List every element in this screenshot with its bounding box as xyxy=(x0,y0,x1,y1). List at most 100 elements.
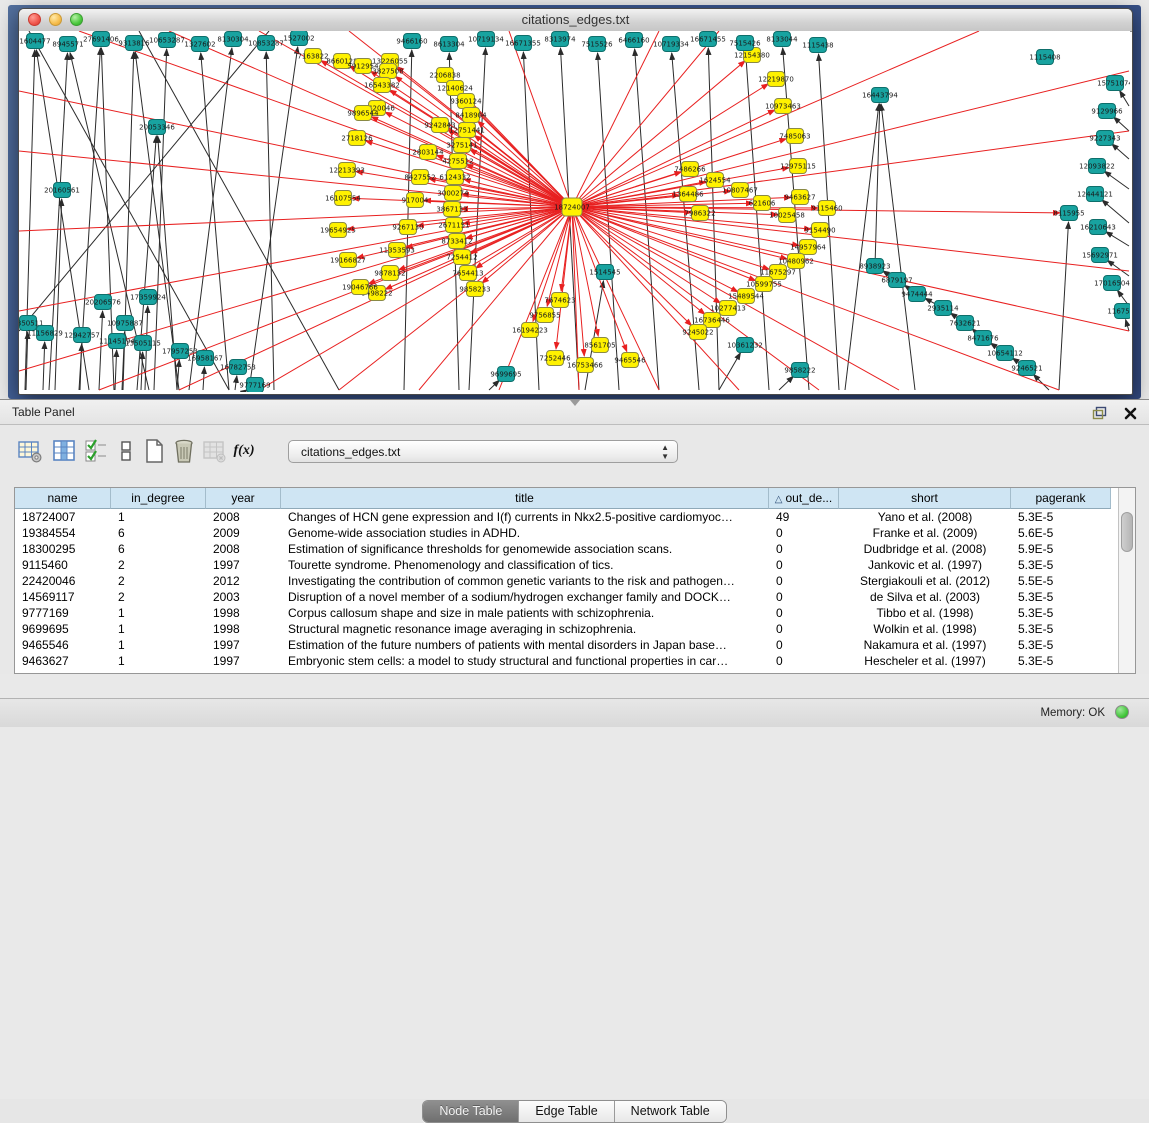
citation-edge-black[interactable] xyxy=(1114,117,1129,131)
citation-edge-black[interactable] xyxy=(1126,320,1129,331)
graph-node-label: 3867133 xyxy=(436,206,467,214)
vertical-scrollbar[interactable] xyxy=(1118,488,1135,673)
network-view[interactable]: 1872400771638228660128591295413226055382… xyxy=(19,31,1130,392)
column-header-out_de[interactable]: △out_de... xyxy=(769,488,839,509)
citation-edge-red[interactable] xyxy=(19,151,572,207)
table-row[interactable]: 946362711997Embryonic stem cells: a mode… xyxy=(15,653,1135,669)
network-window[interactable]: citations_edges.txt 18724007716382286601… xyxy=(18,8,1133,395)
window-titlebar[interactable]: citations_edges.txt xyxy=(19,9,1132,32)
table-row[interactable]: 977716911998Corpus callosum shape and si… xyxy=(15,605,1135,621)
table-header-row: namein_degreeyeartitle△out_de...shortpag… xyxy=(15,488,1135,509)
graph-node-label: 12975115 xyxy=(780,163,816,171)
citation-edge-black[interactable] xyxy=(25,50,35,390)
table-cell: 9699695 xyxy=(15,621,111,637)
tab-node-table[interactable]: Node Table xyxy=(423,1101,519,1122)
column-header-pagerank[interactable]: pagerank xyxy=(1011,488,1111,509)
graph-node-label: 16753466 xyxy=(567,362,603,370)
graph-node-label: 16194223 xyxy=(512,327,548,335)
table-cell: 2003 xyxy=(206,589,281,605)
table-cell: 2008 xyxy=(206,509,281,525)
scrollbar-thumb[interactable] xyxy=(1121,512,1133,552)
citation-edge-red[interactable] xyxy=(466,207,572,238)
graph-node-label: 12444121 xyxy=(1077,191,1113,199)
graph-node-label: 4275512 xyxy=(442,158,473,166)
column-header-short[interactable]: short xyxy=(839,488,1011,509)
graph-node-label: 2671151 xyxy=(438,222,469,230)
citation-edge-black[interactable] xyxy=(881,104,915,390)
citation-edge-red[interactable] xyxy=(397,67,572,207)
function-builder-button[interactable]: f(x) xyxy=(230,437,258,465)
table-selector-dropdown[interactable]: citations_edges.txt ▲▼ xyxy=(288,440,678,463)
table-cell: 1997 xyxy=(206,557,281,573)
citation-edge-black[interactable] xyxy=(779,376,793,390)
table-row[interactable]: 969969511998Structural magnetic resonanc… xyxy=(15,621,1135,637)
memory-status-label: Memory: OK xyxy=(1040,707,1105,719)
column-header-year[interactable]: year xyxy=(206,488,281,509)
citation-edge-black[interactable] xyxy=(99,311,103,390)
citation-edge-red[interactable] xyxy=(572,71,1129,207)
citation-edge-black[interactable] xyxy=(585,281,603,390)
column-header-in_degree[interactable]: in_degree xyxy=(111,488,206,509)
tab-network-table[interactable]: Network Table xyxy=(615,1101,726,1122)
graph-node-label: 27691406 xyxy=(83,36,119,44)
table-cell: Disruption of a novel member of a sodium… xyxy=(281,589,769,605)
column-header-name[interactable]: name xyxy=(15,488,111,509)
citation-edge-red[interactable] xyxy=(259,207,572,390)
graph-node-label: 9777169 xyxy=(239,382,270,390)
delete-column-button[interactable] xyxy=(170,437,198,465)
citation-edge-black[interactable] xyxy=(1107,260,1129,276)
graph-node-label: 16782753 xyxy=(220,364,256,372)
table-row[interactable]: 911546021997Tourette syndrome. Phenomeno… xyxy=(15,557,1135,573)
citation-edge-black[interactable] xyxy=(708,48,719,390)
create-column-button[interactable] xyxy=(140,437,168,465)
citation-edge-red[interactable] xyxy=(572,31,979,207)
memory-ok-indicator-icon xyxy=(1115,705,1129,719)
table-row[interactable]: 2242004622012Investigating the contribut… xyxy=(15,573,1135,589)
citation-edge-red[interactable] xyxy=(509,31,572,207)
citation-edge-black[interactable] xyxy=(845,104,879,390)
select-columns-button[interactable] xyxy=(82,437,110,465)
citation-edge-black[interactable] xyxy=(489,380,499,390)
graph-node-label: 10975887 xyxy=(107,320,143,328)
row-height-button[interactable] xyxy=(112,437,140,465)
column-header-title[interactable]: title xyxy=(281,488,769,509)
citation-edge-black[interactable] xyxy=(189,48,232,390)
citation-edge-black[interactable] xyxy=(1059,222,1068,390)
citation-edge-red[interactable] xyxy=(572,131,1129,207)
citation-edge-black[interactable] xyxy=(1112,144,1129,159)
graph-node-label: 8938923 xyxy=(859,263,890,271)
node-table-scrollpane[interactable]: namein_degreeyeartitle△out_de...shortpag… xyxy=(14,487,1136,674)
citation-edge-black[interactable] xyxy=(1102,200,1129,223)
graph-node-label: 1327602 xyxy=(184,41,215,49)
table-row[interactable]: 946554611997Estimation of the future num… xyxy=(15,637,1135,653)
table-row[interactable]: 1830029562008Estimation of significance … xyxy=(15,541,1135,557)
citation-edge-black[interactable] xyxy=(1104,171,1129,189)
table-cell: 1 xyxy=(111,509,206,525)
citation-edge-black[interactable] xyxy=(43,342,45,390)
table-row[interactable]: 1456911722003Disruption of a novel membe… xyxy=(15,589,1135,605)
graph-node-label: 15751074 xyxy=(1097,80,1130,88)
citation-edge-black[interactable] xyxy=(1106,232,1129,246)
citation-edge-red[interactable] xyxy=(572,207,692,326)
citation-edge-black[interactable] xyxy=(235,376,237,390)
citation-edge-black[interactable] xyxy=(819,54,839,390)
network-canvas[interactable]: 1872400771638228660128591295413226055382… xyxy=(19,31,1130,392)
citation-edge-black[interactable] xyxy=(1033,374,1049,390)
close-panel-button[interactable] xyxy=(1121,404,1139,422)
table-cell: Franke et al. (2009) xyxy=(839,525,1011,541)
graph-node-label: 3827508 xyxy=(372,68,403,76)
graph-node-label: 16671455 xyxy=(690,36,726,44)
show-column-button[interactable] xyxy=(50,437,78,465)
tab-edge-table[interactable]: Edge Table xyxy=(519,1101,614,1122)
float-panel-button[interactable] xyxy=(1091,404,1109,422)
table-cell: 19384554 xyxy=(15,525,111,541)
table-type-segmented-control: Node TableEdge TableNetwork Table xyxy=(422,1100,726,1123)
table-row[interactable]: 1872400712008Changes of HCN gene express… xyxy=(15,509,1135,525)
citation-edge-black[interactable] xyxy=(1120,91,1129,106)
graph-node-label: 9858233 xyxy=(459,286,490,294)
graph-node-label: 16210643 xyxy=(1080,224,1116,232)
table-cell: Dudbridge et al. (2008) xyxy=(839,541,1011,557)
table-mode-button[interactable] xyxy=(16,437,44,465)
splitter-handle-icon[interactable] xyxy=(570,400,580,406)
table-row[interactable]: 1938455462009Genome-wide association stu… xyxy=(15,525,1135,541)
